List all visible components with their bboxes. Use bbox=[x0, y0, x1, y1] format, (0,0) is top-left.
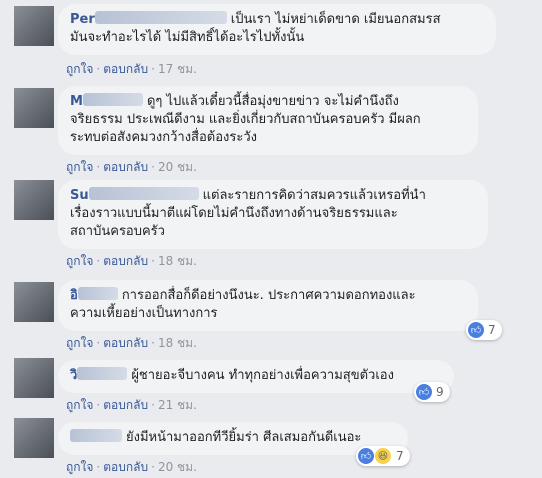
reply-button[interactable]: ตอบกลับ bbox=[103, 336, 148, 350]
comment-bubble: M ดูๆ ไปแล้วเดี๋ยวนี้สื่อมุ่งขายข่าว จะไม… bbox=[58, 86, 478, 155]
avatar[interactable] bbox=[14, 6, 54, 46]
like-button[interactable]: ถูกใจ bbox=[66, 62, 93, 76]
commenter-name[interactable] bbox=[70, 429, 126, 445]
comment-text-line: ผู้ชายอะจีบางคน ทำทุกอย่างเพื่อความสุขตั… bbox=[131, 368, 394, 383]
reaction-summary[interactable]: 👍︎ 😆 7 bbox=[356, 446, 410, 466]
comment-actions: ถูกใจ · ตอบกลับ · 20 ชม. bbox=[66, 160, 197, 174]
comment-text-line: ระทบต่อสังคมวงกว้างสื่อต้องระวัง bbox=[70, 130, 258, 145]
comment-text-line: ยังมีหน้ามาออกทีวียิ้มร่า ศีลเสมอกันดีเน… bbox=[126, 430, 362, 445]
timestamp[interactable]: 18 ชม. bbox=[158, 254, 197, 268]
avatar[interactable] bbox=[14, 180, 54, 220]
comment-actions: ถูกใจ · ตอบกลับ · 17 ชม. bbox=[66, 62, 197, 76]
comment-text-line: ความเหี้ยอย่างเป็นทางการ bbox=[70, 306, 218, 321]
comment-actions: ถูกใจ · ตอบกลับ · 20 ชม. bbox=[66, 460, 197, 474]
comment-text-line: เป็นเรา ไม่หย่าเด็ดขาด เมียนอกสมรส bbox=[230, 12, 441, 27]
like-reaction-icon: 👍︎ bbox=[358, 448, 374, 464]
timestamp[interactable]: 18 ชม. bbox=[158, 336, 197, 350]
comment-text-line: จริยธรรม ประเพณีดีงาม และยิ่งเกี่ยวกับสถ… bbox=[70, 112, 421, 127]
avatar[interactable] bbox=[14, 418, 54, 458]
reaction-count: 9 bbox=[436, 385, 444, 399]
comment-text-line: สถาบันครอบครัว bbox=[70, 224, 165, 239]
avatar[interactable] bbox=[14, 358, 54, 398]
comment-bubble: ยังมีหน้ามาออกทีวียิ้มร่า ศีลเสมอกันดีเน… bbox=[58, 422, 408, 455]
timestamp[interactable]: 20 ชม. bbox=[158, 160, 197, 174]
commenter-name[interactable]: Per bbox=[70, 11, 231, 27]
like-reaction-icon: 👍︎ bbox=[416, 384, 432, 400]
like-button[interactable]: ถูกใจ bbox=[66, 254, 93, 268]
comment-text-line: แต่ละรายการคิดว่าสมควรแล้วเหรอที่นำ bbox=[202, 188, 426, 203]
like-button[interactable]: ถูกใจ bbox=[66, 336, 93, 350]
timestamp[interactable]: 21 ชม. bbox=[158, 398, 197, 412]
comment-text-line: มันจะทำอะไรได้ ไม่มีสิทธิ์ได้อะไรไปทั้งน… bbox=[70, 30, 305, 45]
reply-button[interactable]: ตอบกลับ bbox=[103, 460, 148, 474]
commenter-name[interactable]: M bbox=[70, 93, 147, 109]
avatar[interactable] bbox=[14, 88, 54, 128]
reply-button[interactable]: ตอบกลับ bbox=[103, 62, 148, 76]
timestamp[interactable]: 20 ชม. bbox=[158, 460, 197, 474]
comment-actions: ถูกใจ · ตอบกลับ · 18 ชม. bbox=[66, 254, 197, 268]
comment-bubble: วิ ผู้ชายอะจีบางคน ทำทุกอย่างเพื่อความสุข… bbox=[58, 360, 454, 393]
reply-button[interactable]: ตอบกลับ bbox=[103, 254, 148, 268]
comment-bubble: Su แต่ละรายการคิดว่าสมควรแล้วเหรอที่นำ เร… bbox=[58, 180, 488, 249]
comment-text-line: เรื่องราวแบบนี้มาตีแผ่โดยไม่คำนึงถึงทางด… bbox=[70, 206, 398, 221]
reaction-summary[interactable]: 👍︎ 9 bbox=[414, 382, 450, 402]
reply-button[interactable]: ตอบกลับ bbox=[103, 160, 148, 174]
like-reaction-icon: 👍︎ bbox=[468, 322, 484, 338]
commenter-name[interactable]: อิ bbox=[70, 287, 122, 303]
comment-text-line: การออกสื่อก็ดีอย่างนึงนะ. ประกาศความดอกท… bbox=[121, 288, 416, 303]
reaction-summary[interactable]: 👍︎ 7 bbox=[466, 320, 502, 340]
like-button[interactable]: ถูกใจ bbox=[66, 460, 93, 474]
timestamp[interactable]: 17 ชม. bbox=[158, 62, 197, 76]
commenter-name[interactable]: Su bbox=[70, 187, 203, 203]
comment-bubble: อิ การออกสื่อก็ดีอย่างนึงนะ. ประกาศความดอ… bbox=[58, 280, 478, 331]
reaction-count: 7 bbox=[488, 323, 496, 337]
commenter-name[interactable]: วิ bbox=[70, 367, 131, 383]
haha-reaction-icon: 😆 bbox=[374, 447, 392, 465]
like-button[interactable]: ถูกใจ bbox=[66, 398, 93, 412]
comment-bubble: Per เป็นเรา ไม่หย่าเด็ดขาด เมียนอกสมรส มั… bbox=[58, 4, 496, 55]
comment-actions: ถูกใจ · ตอบกลับ · 18 ชม. bbox=[66, 336, 197, 350]
reply-button[interactable]: ตอบกลับ bbox=[103, 398, 148, 412]
comment-actions: ถูกใจ · ตอบกลับ · 21 ชม. bbox=[66, 398, 197, 412]
reaction-count: 7 bbox=[396, 449, 404, 463]
avatar[interactable] bbox=[14, 282, 54, 322]
like-button[interactable]: ถูกใจ bbox=[66, 160, 93, 174]
comment-text-line: ดูๆ ไปแล้วเดี๋ยวนี้สื่อมุ่งขายข่าว จะไม่… bbox=[146, 94, 399, 109]
